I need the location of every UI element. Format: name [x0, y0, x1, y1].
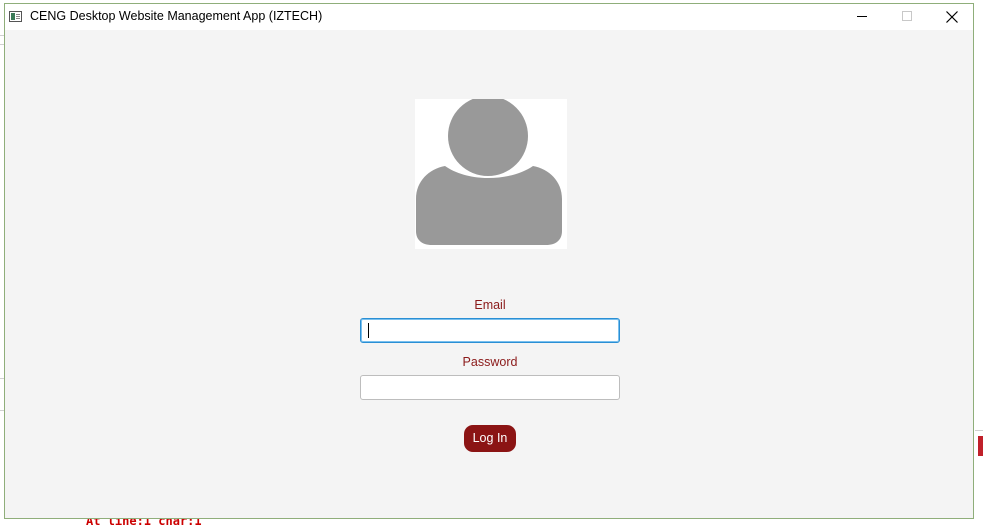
close-icon [946, 11, 958, 23]
text-caret [368, 323, 369, 338]
user-avatar-icon [416, 96, 562, 245]
title-bar[interactable]: CENG Desktop Website Management App (IZT… [5, 4, 973, 30]
maximize-icon [902, 11, 912, 21]
email-label: Email [474, 298, 506, 312]
app-window: CENG Desktop Website Management App (IZT… [4, 3, 974, 519]
password-field[interactable] [360, 375, 620, 400]
password-label: Password [462, 355, 518, 369]
background-red-marker [978, 436, 983, 456]
background-divider [975, 430, 983, 431]
login-button[interactable]: Log In [464, 425, 516, 452]
minimize-button[interactable] [839, 4, 884, 30]
maximize-button[interactable] [884, 4, 929, 30]
user-avatar [415, 96, 567, 249]
close-button[interactable] [929, 4, 974, 30]
app-window-icon[interactable] [9, 11, 22, 22]
login-panel: Email Password Log In [5, 30, 973, 518]
window-title: CENG Desktop Website Management App (IZT… [30, 9, 323, 23]
minimize-icon [857, 16, 867, 17]
email-field[interactable] [360, 318, 620, 343]
